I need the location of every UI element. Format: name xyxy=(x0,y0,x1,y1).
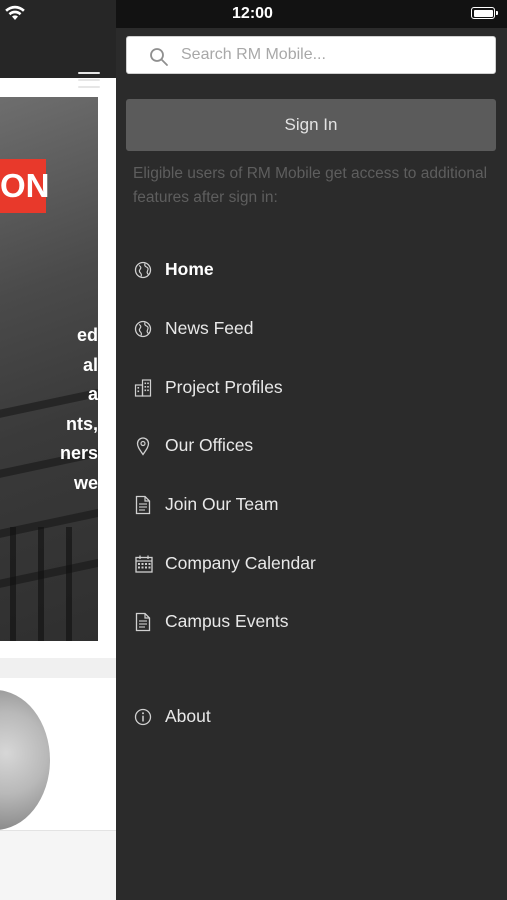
menu-item-project-profiles[interactable]: Project Profiles xyxy=(116,368,507,408)
search-box[interactable] xyxy=(126,36,496,74)
menu-item-label: Our Offices xyxy=(165,435,254,455)
hamburger-menu-icon[interactable] xyxy=(76,69,102,91)
status-time: 12:00 xyxy=(232,5,273,22)
battery-icon xyxy=(471,7,498,19)
menu-item-label: Campus Events xyxy=(165,611,289,631)
location-pin-icon xyxy=(136,437,150,456)
sign-in-button[interactable]: Sign In xyxy=(126,99,496,151)
hero-badge: ON xyxy=(0,159,50,213)
wifi-icon xyxy=(5,5,25,20)
menu-item-label: Join Our Team xyxy=(165,494,279,514)
hero-text: ed al a nts, ners we xyxy=(0,321,98,498)
sign-in-note: Eligible users of RM Mobile get access t… xyxy=(133,165,488,206)
hero-text-line: al xyxy=(82,354,98,375)
hero-text-line: ed xyxy=(76,325,98,345)
background-page: ON ed al a nts, ners we xyxy=(0,0,116,900)
calendar-icon xyxy=(135,555,153,573)
globe-icon xyxy=(134,261,152,279)
menu-item-join-our-team[interactable]: Join Our Team xyxy=(116,485,507,525)
background-footer xyxy=(0,830,116,900)
search-icon xyxy=(150,48,168,66)
search-input[interactable] xyxy=(181,37,481,73)
menu-item-news-feed[interactable]: News Feed xyxy=(116,309,507,349)
hero-text-line: nts, xyxy=(65,413,98,434)
hero-text-line: ners xyxy=(59,443,98,463)
hero-text-line: we xyxy=(73,472,98,493)
building-icon xyxy=(134,379,152,397)
document-icon xyxy=(135,495,151,515)
background-nav-bar xyxy=(0,28,116,88)
info-icon xyxy=(134,708,152,726)
status-bar: 12:00 xyxy=(116,0,507,28)
menu-item-label: Project Profiles xyxy=(165,377,283,397)
background-status-bar xyxy=(0,0,116,28)
hero-text-line: a xyxy=(87,384,98,404)
menu-item-label: About xyxy=(165,706,211,726)
document-icon xyxy=(135,612,151,632)
menu-item-campus-events[interactable]: Campus Events xyxy=(116,602,507,642)
menu-item-about[interactable]: About xyxy=(116,697,507,737)
menu-item-company-calendar[interactable]: Company Calendar xyxy=(116,544,507,584)
menu-item-label: Company Calendar xyxy=(165,553,316,573)
section-divider xyxy=(0,658,116,678)
globe-icon xyxy=(134,320,152,338)
menu-item-our-offices[interactable]: Our Offices xyxy=(116,426,507,466)
menu-item-home[interactable]: Home xyxy=(116,250,507,290)
menu-item-label: News Feed xyxy=(165,318,254,338)
menu-item-label: Home xyxy=(165,259,214,279)
hero-banner[interactable]: ON ed al a nts, ners we xyxy=(0,97,98,641)
navigation-drawer: 12:00 Sign In Eligible users of RM Mobil… xyxy=(116,0,507,900)
